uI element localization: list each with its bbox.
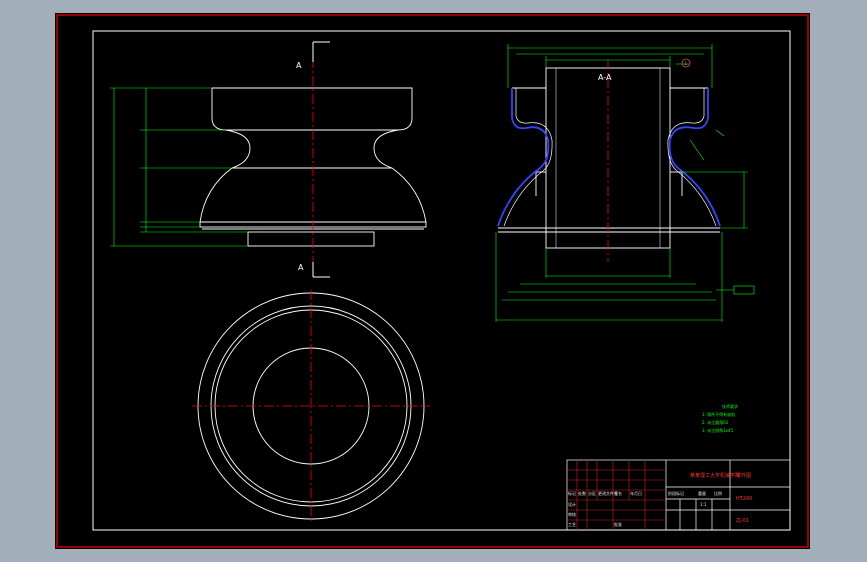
notes-title: 技术要求 <box>722 403 738 409</box>
tb-cell: 设计 <box>568 501 576 507</box>
note-line-1: 1. 铸件不得有缺陷 <box>702 411 735 417</box>
note-line-2: 2. 未注圆角R2 <box>702 419 729 425</box>
title-part-name: 零件图 <box>736 472 751 479</box>
tb-cell: 签名 <box>614 490 622 496</box>
tb-cell: 年月日 <box>630 490 642 496</box>
tb-cell: 标记 <box>568 490 576 496</box>
tb-cell: 比例 <box>714 490 722 496</box>
tb-cell: 重量 <box>698 490 706 496</box>
cad-drawing-sheet: A A A-A 1 技术要求 1. 铸件不得有缺陷 2. 未注圆角R2 3. 未… <box>55 13 810 549</box>
section-mark-top: A <box>296 61 302 70</box>
title-school: 某某理工大学机械学院 <box>690 472 740 479</box>
tb-cell: 分区 <box>588 490 596 496</box>
drawing-paper <box>55 13 810 549</box>
note-line-3: 3. 未注倒角1x45 <box>702 427 734 433</box>
title-scale: 1:1 <box>700 502 707 507</box>
title-material: HT200 <box>736 496 752 502</box>
tb-cell: 审核 <box>568 511 576 517</box>
tb-cell: 处数 <box>578 490 586 496</box>
tb-cell: 阶段标记 <box>668 490 684 496</box>
section-mark-bottom: A <box>298 263 304 272</box>
section-title: A-A <box>598 73 612 82</box>
tb-cell: 工艺 <box>568 522 576 527</box>
tb-cell: 批准 <box>614 521 622 527</box>
title-drawing-no: ZJ-01 <box>736 518 749 524</box>
